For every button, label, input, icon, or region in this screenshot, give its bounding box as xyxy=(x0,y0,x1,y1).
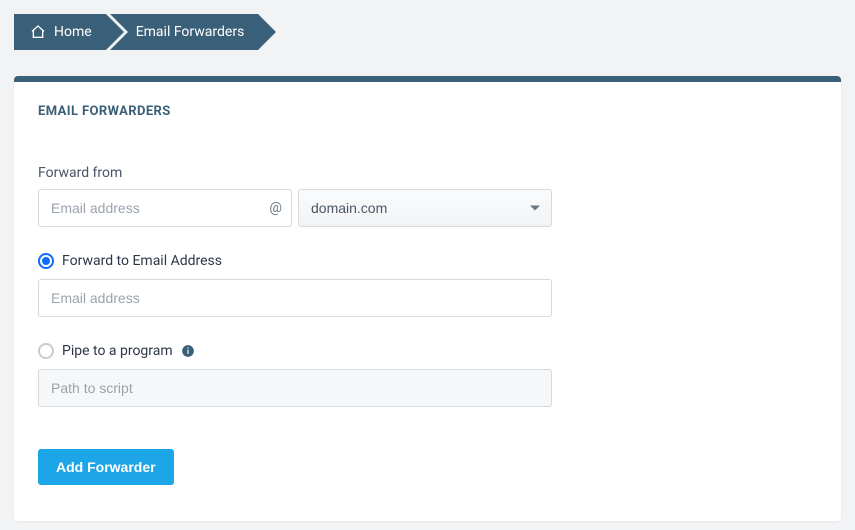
breadcrumb: Home Email Forwarders xyxy=(0,0,855,50)
radio-forward-to-email[interactable] xyxy=(38,253,54,269)
info-icon[interactable] xyxy=(181,344,195,358)
add-forwarder-button[interactable]: Add Forwarder xyxy=(38,449,174,485)
forward-to-email-input[interactable] xyxy=(38,279,552,317)
option-pipe-row: Pipe to a program xyxy=(38,343,558,359)
breadcrumb-current-label: Email Forwarders xyxy=(136,24,245,40)
forwarder-form: Forward from @ domain.com Forward to Ema… xyxy=(38,165,558,485)
email-local-input[interactable] xyxy=(38,189,292,227)
domain-select-value: domain.com xyxy=(311,200,387,216)
breadcrumb-home[interactable]: Home xyxy=(14,14,106,50)
pipe-script-input[interactable] xyxy=(38,369,552,407)
email-input-wrap: @ xyxy=(38,189,292,227)
radio-forward-label[interactable]: Forward to Email Address xyxy=(62,253,222,269)
domain-select-wrap: domain.com xyxy=(298,189,552,227)
domain-select[interactable]: domain.com xyxy=(298,189,552,227)
email-forwarders-panel: EMAIL FORWARDERS Forward from @ domain.c… xyxy=(14,76,841,521)
breadcrumb-home-label: Home xyxy=(54,24,92,40)
forward-from-row: @ domain.com xyxy=(38,189,558,227)
radio-pipe-to-program[interactable] xyxy=(38,343,54,359)
option-forward-row: Forward to Email Address xyxy=(38,253,558,269)
forward-from-label: Forward from xyxy=(38,165,558,181)
breadcrumb-current[interactable]: Email Forwarders xyxy=(110,14,259,50)
at-symbol: @ xyxy=(269,200,282,216)
home-icon xyxy=(30,24,46,40)
chevron-down-icon xyxy=(530,206,540,211)
radio-pipe-label[interactable]: Pipe to a program xyxy=(62,343,173,359)
panel-title: EMAIL FORWARDERS xyxy=(38,104,817,119)
